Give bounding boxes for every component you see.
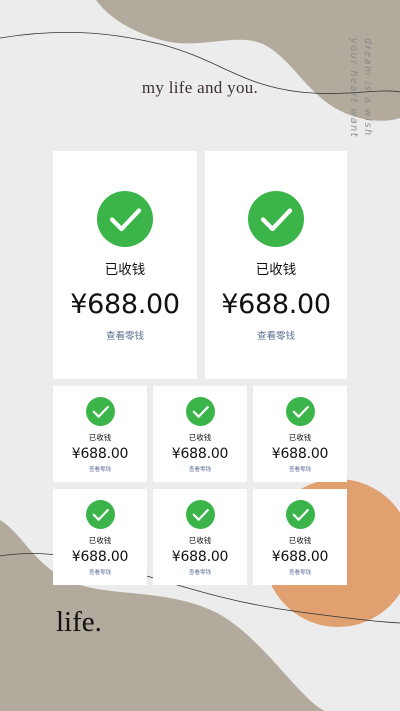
payment-status: 已收钱 (188, 536, 212, 545)
payment-card-small: 已收钱 ¥688.00 查看零钱 (153, 489, 247, 585)
payment-amount: ¥688.00 (71, 549, 129, 565)
payment-status: 已收钱 (255, 262, 297, 278)
check-circle-icon (97, 191, 153, 247)
check-circle-icon (248, 191, 304, 247)
payment-card-small: 已收钱 ¥688.00 查看零钱 (53, 386, 147, 482)
payment-status: 已收钱 (88, 536, 112, 545)
payment-status: 已收钱 (288, 433, 312, 442)
check-circle-icon (85, 397, 115, 426)
page-title: my life and you. (141, 78, 259, 97)
payment-amount: ¥688.00 (221, 289, 331, 320)
payment-status: 已收钱 (188, 433, 212, 442)
side-text-line1: dream is a wish (362, 38, 373, 137)
payment-card-small: 已收钱 ¥688.00 查看零钱 (53, 489, 147, 585)
view-change-link[interactable]: 查看零钱 (53, 328, 197, 342)
side-text-line2: your heart want (348, 38, 359, 139)
check-circle-icon (285, 500, 315, 529)
payment-status: 已收钱 (88, 433, 112, 442)
payment-card-small: 已收钱 ¥688.00 查看零钱 (253, 489, 347, 585)
payment-amount: ¥688.00 (71, 446, 129, 462)
payment-card-large: 已收钱 ¥688.00 查看零钱 (53, 151, 197, 379)
footer-brand-text: life. (56, 606, 102, 638)
check-circle-icon (185, 500, 215, 529)
payment-status: 已收钱 (288, 536, 312, 545)
check-circle-icon (185, 397, 215, 426)
payment-card-small: 已收钱 ¥688.00 查看零钱 (153, 386, 247, 482)
view-change-link[interactable]: 查看零钱 (253, 465, 347, 473)
payment-status: 已收钱 (104, 262, 146, 278)
view-change-link[interactable]: 查看零钱 (53, 568, 147, 576)
check-circle-icon (285, 397, 315, 426)
view-change-link[interactable]: 查看零钱 (253, 568, 347, 576)
payment-amount: ¥688.00 (271, 549, 329, 565)
side-vertical-text: dream is a wish your heart want (344, 38, 374, 148)
view-change-link[interactable]: 查看零钱 (205, 328, 347, 342)
payment-amount: ¥688.00 (70, 289, 180, 320)
payment-amount: ¥688.00 (271, 446, 329, 462)
payment-amount: ¥688.00 (171, 446, 229, 462)
view-change-link[interactable]: 查看零钱 (53, 465, 147, 473)
view-change-link[interactable]: 查看零钱 (153, 568, 247, 576)
payment-amount: ¥688.00 (171, 549, 229, 565)
check-circle-icon (85, 500, 115, 529)
view-change-link[interactable]: 查看零钱 (153, 465, 247, 473)
payment-card-large: 已收钱 ¥688.00 查看零钱 (205, 151, 347, 379)
payment-card-small: 已收钱 ¥688.00 查看零钱 (253, 386, 347, 482)
